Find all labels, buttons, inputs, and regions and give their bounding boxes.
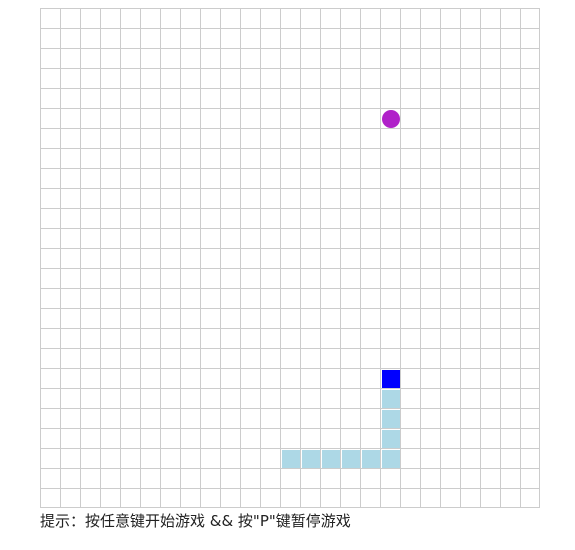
board-border-right: [539, 8, 540, 508]
board-border-bottom: [40, 507, 540, 508]
snake-body-segment: [302, 450, 320, 468]
snake-body-segment: [382, 410, 400, 428]
snake-body-segment: [362, 450, 380, 468]
snake-body-segment: [382, 430, 400, 448]
snake-body-segment: [382, 390, 400, 408]
snake-body-segment: [282, 450, 300, 468]
snake-body-segment: [322, 450, 340, 468]
snake-body-segment: [342, 450, 360, 468]
game-board[interactable]: [40, 8, 540, 508]
food-pellet: [382, 110, 400, 128]
snake-head: [382, 370, 400, 388]
snake-body-segment: [382, 450, 400, 468]
hint-text: 提示：按任意键开始游戏 && 按"P"键暂停游戏: [40, 512, 351, 530]
